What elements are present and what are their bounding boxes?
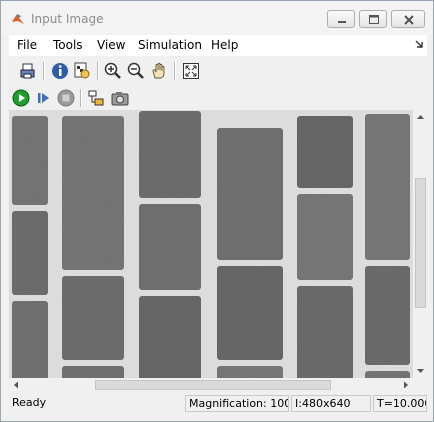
menu-view[interactable]: View (97, 38, 125, 52)
maximize-button[interactable] (359, 10, 387, 28)
brick (62, 366, 124, 378)
toolbar-separator (97, 62, 99, 80)
brick (139, 204, 201, 290)
scroll-down-arrow-icon[interactable] (413, 364, 427, 378)
scroll-up-arrow-icon[interactable] (413, 110, 427, 124)
info-icon[interactable] (50, 61, 70, 81)
window-title: Input Image (31, 12, 104, 26)
toolbar-separator (174, 62, 176, 80)
brick (297, 194, 353, 280)
minimize-button[interactable] (327, 10, 355, 28)
main-toolbar (9, 58, 427, 84)
matlab-logo-icon (12, 14, 24, 24)
brick (297, 116, 353, 188)
close-button[interactable] (391, 10, 425, 28)
status-image-dimensions: I:480x640 (291, 395, 371, 412)
snapshot-camera-icon[interactable] (110, 88, 130, 108)
brick (12, 301, 48, 378)
menu-tools[interactable]: Tools (53, 38, 83, 52)
image-display[interactable] (9, 110, 413, 378)
scrollbar-corner (413, 378, 428, 392)
brick (139, 111, 201, 198)
brick (12, 211, 48, 295)
run-icon[interactable] (11, 88, 31, 108)
vertical-scrollbar[interactable] (413, 110, 428, 378)
brick (365, 114, 410, 260)
menu-file[interactable]: File (17, 38, 37, 52)
vertical-scroll-thumb[interactable] (415, 178, 426, 308)
brick (217, 128, 283, 260)
simulation-toolbar (9, 85, 427, 110)
pan-hand-icon[interactable] (149, 61, 169, 81)
status-bar: Ready Magnification: 100% I:480x640 T=10… (9, 393, 427, 415)
horizontal-scroll-thumb[interactable] (95, 380, 331, 390)
fit-to-view-icon[interactable] (181, 61, 201, 81)
brick (365, 266, 410, 365)
minimize-icon (338, 21, 346, 23)
title-bar[interactable]: Input Image (1, 1, 433, 34)
menu-help[interactable]: Help (211, 38, 238, 52)
horizontal-scrollbar[interactable] (9, 378, 413, 392)
maximize-icon (369, 15, 379, 24)
pixel-region-icon[interactable] (72, 61, 92, 81)
toolbar-separator (80, 89, 82, 107)
undock-arrow-icon[interactable] (414, 39, 424, 49)
scroll-right-arrow-icon[interactable] (399, 378, 413, 392)
brick (297, 286, 353, 378)
brick (217, 366, 283, 378)
brick (12, 116, 48, 205)
brick-wall-image (9, 110, 413, 378)
brick (217, 266, 283, 360)
status-magnification: Magnification: 100% (185, 395, 289, 412)
brick (139, 296, 201, 378)
brick (365, 371, 410, 378)
status-sim-time: T=10.000 (373, 395, 427, 412)
highlight-block-icon[interactable] (86, 88, 106, 108)
zoom-out-icon[interactable] (126, 61, 146, 81)
status-ready: Ready (12, 396, 47, 409)
close-icon (404, 15, 414, 25)
toolbar-separator (43, 62, 45, 80)
step-forward-icon[interactable] (34, 88, 54, 108)
menu-simulation[interactable]: Simulation (138, 38, 202, 52)
stop-icon[interactable] (56, 88, 76, 108)
zoom-in-icon[interactable] (103, 61, 123, 81)
scroll-left-arrow-icon[interactable] (9, 378, 23, 392)
menu-bar: File Tools View Simulation Help (9, 35, 427, 56)
print-icon[interactable] (18, 61, 38, 81)
input-image-window: Input Image File Tools View Simulation H… (0, 0, 434, 422)
brick (62, 276, 124, 360)
brick (62, 116, 124, 270)
